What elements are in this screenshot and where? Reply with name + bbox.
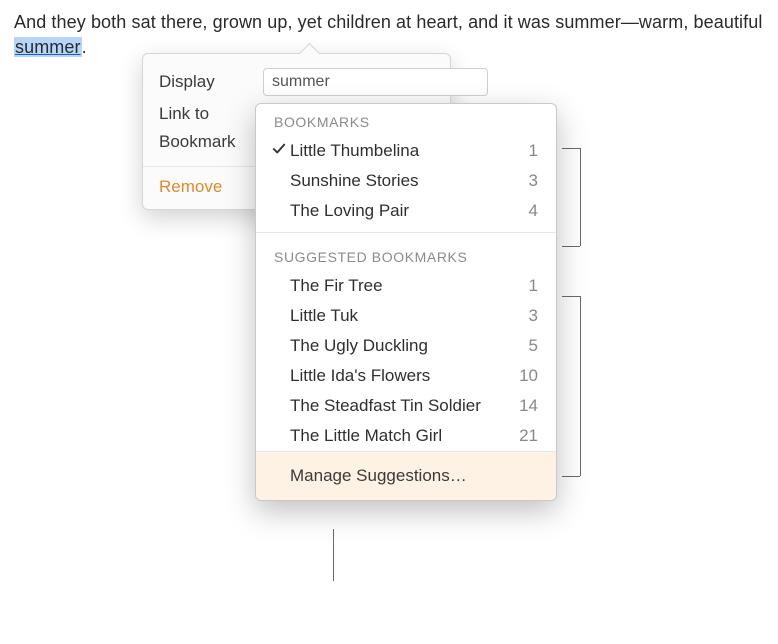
- sentence-text-post: .: [82, 37, 87, 57]
- bookmark-item-label: The Loving Pair: [290, 201, 521, 221]
- checkmark-icon: [268, 141, 290, 161]
- manage-suggestions-button[interactable]: Manage Suggestions…: [256, 451, 556, 500]
- bookmark-label: Bookmark: [159, 132, 251, 152]
- suggested-item-label: The Steadfast Tin Soldier: [290, 396, 511, 416]
- suggested-item-count: 3: [521, 306, 538, 326]
- hyperlink-word[interactable]: summer: [14, 37, 82, 57]
- bookmark-item-label: Little Thumbelina: [290, 141, 521, 161]
- suggested-section-header: SUGGESTED BOOKMARKS: [256, 239, 556, 271]
- bookmark-item[interactable]: Little Thumbelina1: [256, 136, 556, 166]
- display-input[interactable]: [263, 68, 488, 96]
- suggested-item-label: The Little Match Girl: [290, 426, 511, 446]
- suggested-item[interactable]: The Little Match Girl21: [256, 421, 556, 451]
- display-row: Display: [143, 64, 450, 100]
- callout-bracket-suggested: [580, 296, 581, 476]
- bookmarks-section-header: BOOKMARKS: [256, 104, 556, 136]
- suggested-item-label: The Fir Tree: [290, 276, 521, 296]
- bookmark-item-count: 3: [521, 171, 538, 191]
- suggested-item[interactable]: The Steadfast Tin Soldier14: [256, 391, 556, 421]
- callout-tick: [562, 476, 580, 477]
- callout-bracket-bookmarks: [580, 148, 581, 246]
- bookmark-item-count: 4: [521, 201, 538, 221]
- bookmark-dropdown: BOOKMARKS Little Thumbelina1Sunshine Sto…: [255, 103, 557, 501]
- suggested-item-label: The Ugly Duckling: [290, 336, 521, 356]
- section-divider: [256, 232, 556, 233]
- callout-tick: [562, 296, 580, 297]
- sentence-text-pre: And they both sat there, grown up, yet c…: [14, 12, 762, 32]
- callout-tick: [562, 148, 580, 149]
- bookmark-item[interactable]: Sunshine Stories3: [256, 166, 556, 196]
- callout-line-manage: [333, 529, 334, 581]
- suggested-item[interactable]: Little Ida's Flowers10: [256, 361, 556, 391]
- suggested-item[interactable]: The Ugly Duckling5: [256, 331, 556, 361]
- suggested-item-label: Little Tuk: [290, 306, 521, 326]
- suggested-item-label: Little Ida's Flowers: [290, 366, 511, 386]
- suggested-item[interactable]: The Fir Tree1: [256, 271, 556, 301]
- suggested-item-count: 1: [521, 276, 538, 296]
- bookmark-item-label: Sunshine Stories: [290, 171, 521, 191]
- suggested-item-count: 21: [511, 426, 538, 446]
- document-canvas: And they both sat there, grown up, yet c…: [0, 0, 778, 526]
- bookmark-item[interactable]: The Loving Pair4: [256, 196, 556, 226]
- bookmark-item-count: 1: [521, 141, 538, 161]
- linkto-label: Link to: [159, 104, 251, 124]
- suggested-item-count: 10: [511, 366, 538, 386]
- callout-tick: [562, 246, 580, 247]
- suggested-item-count: 14: [511, 396, 538, 416]
- display-label: Display: [159, 72, 251, 92]
- suggested-item-count: 5: [521, 336, 538, 356]
- suggested-item[interactable]: Little Tuk3: [256, 301, 556, 331]
